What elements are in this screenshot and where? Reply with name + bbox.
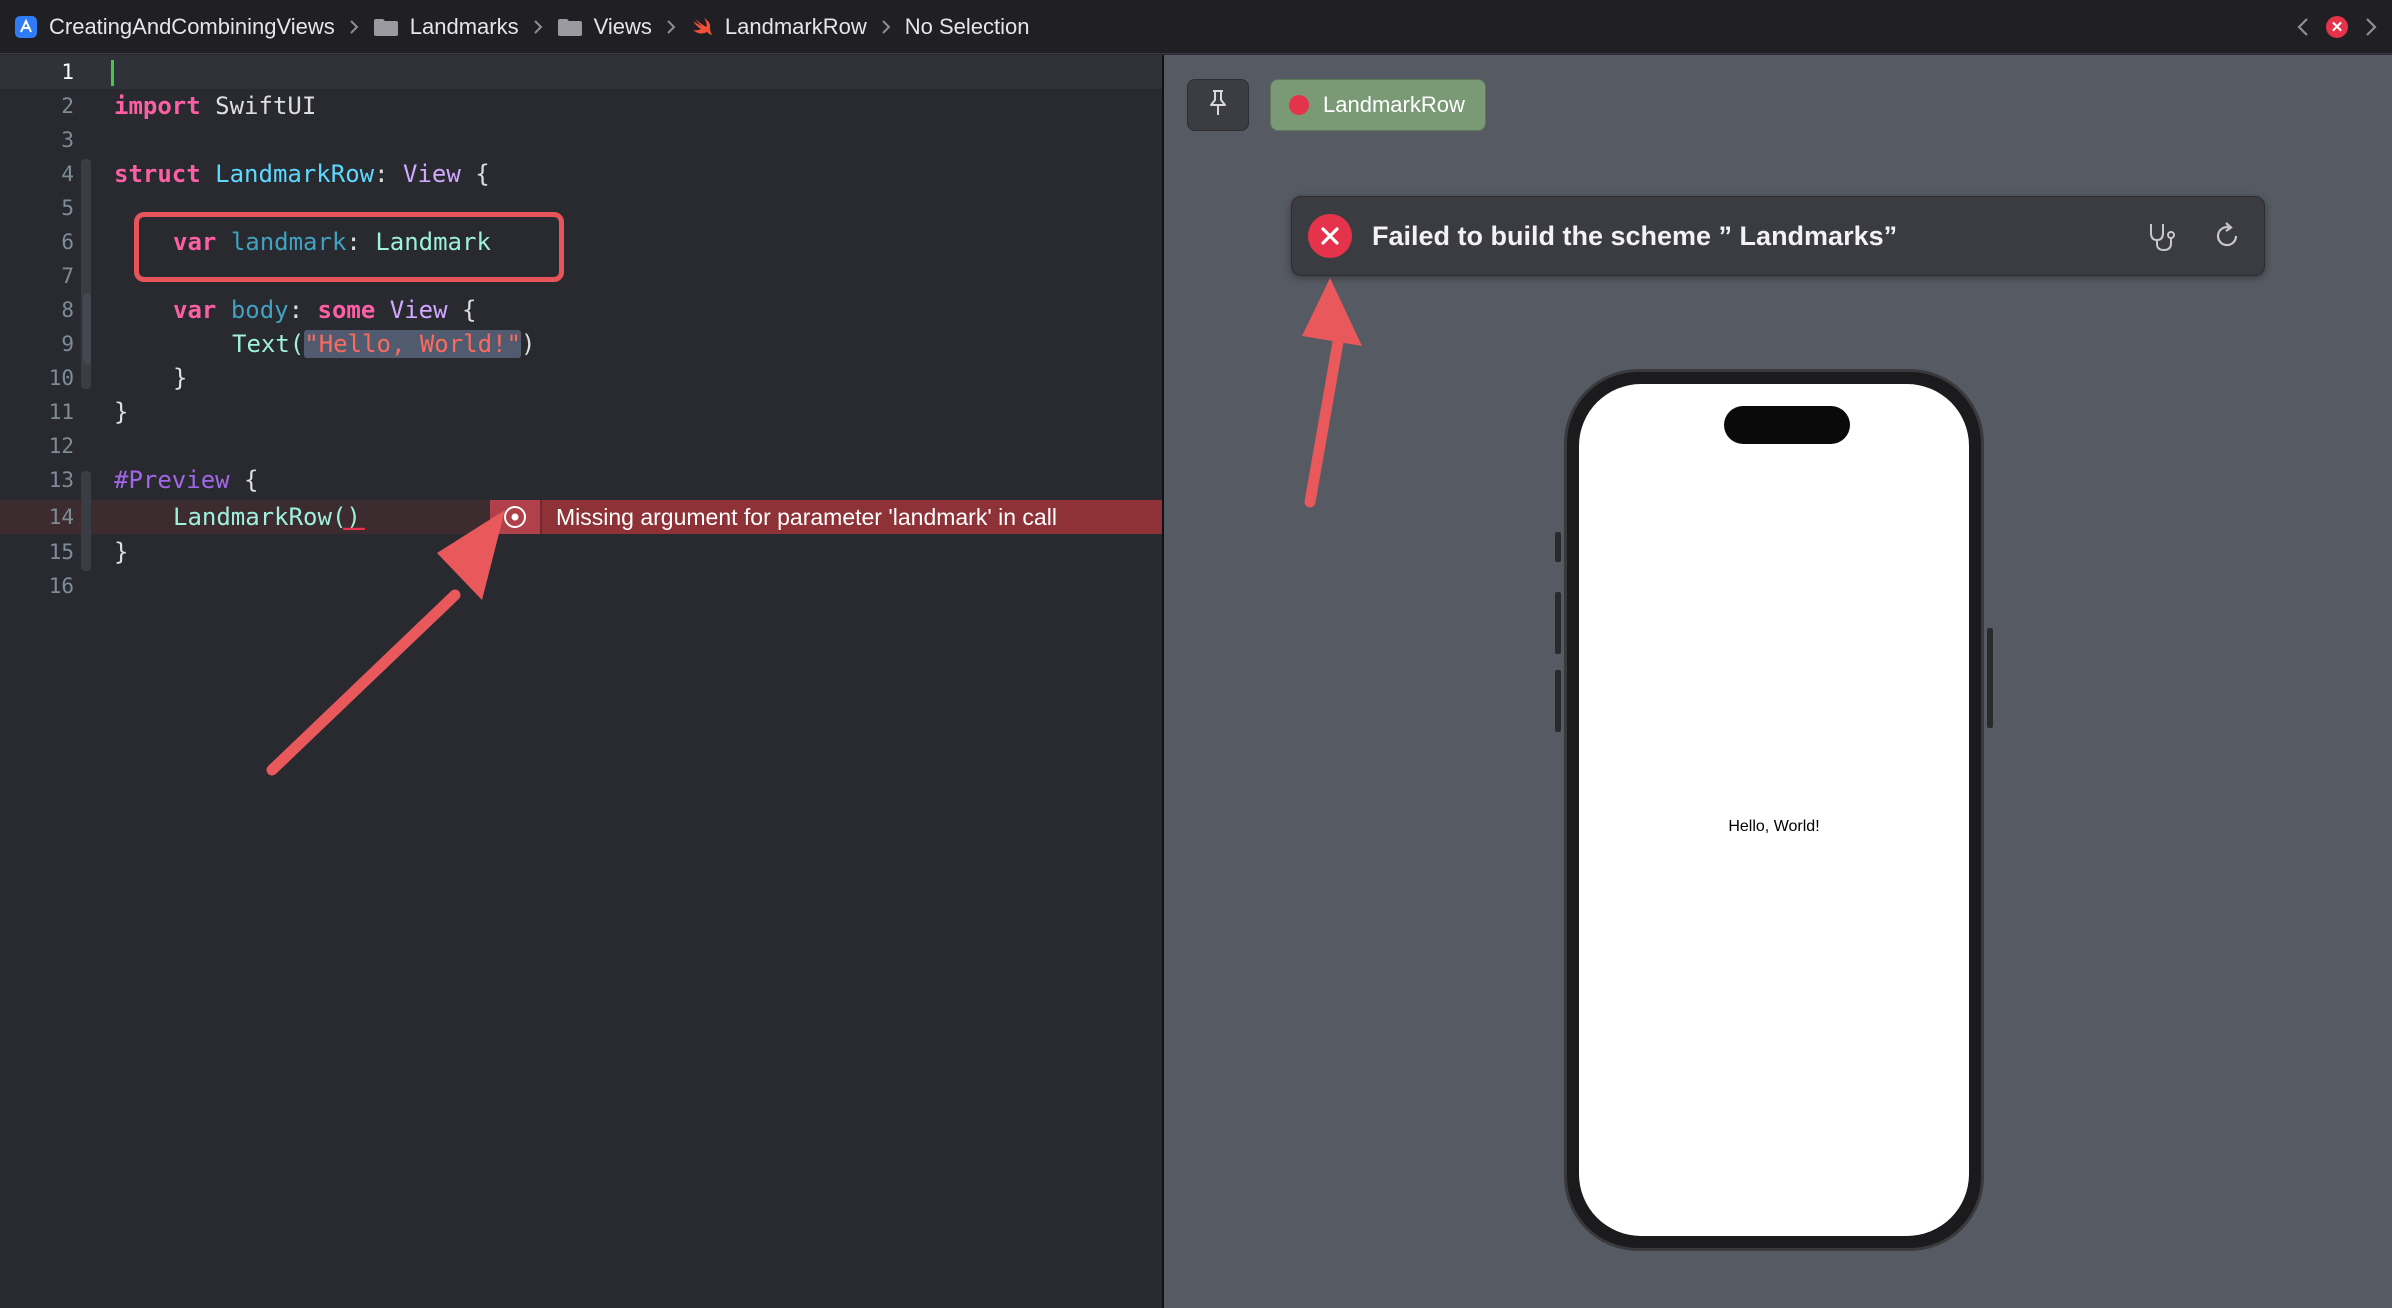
annotation-overlay (266, 278, 1362, 776)
annotation-arrow (1302, 278, 1362, 508)
annotation-arrow (266, 510, 505, 776)
